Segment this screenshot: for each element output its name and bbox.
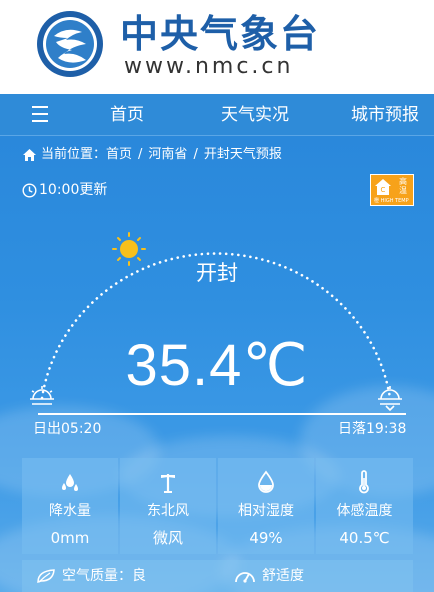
humidity-drop-icon bbox=[258, 470, 274, 493]
air-quality[interactable]: 空气质量：良 bbox=[36, 566, 146, 586]
nav-item-live-weather[interactable]: 天气实况 bbox=[221, 94, 289, 136]
stat-value: 49% bbox=[249, 529, 283, 547]
nav-item-home[interactable]: 首页 bbox=[110, 94, 144, 136]
stat-label: 体感温度 bbox=[336, 503, 393, 519]
nav-item-city-forecast[interactable]: 城市预报 bbox=[351, 94, 419, 136]
current-temperature: 35.4℃ bbox=[125, 333, 309, 398]
sunrise-time: 日出05:20 bbox=[33, 421, 102, 437]
stat-humidity: 相对湿度 49% bbox=[218, 458, 314, 554]
stat-label: 相对湿度 bbox=[238, 503, 294, 519]
comfort-index[interactable]: 舒适度 bbox=[234, 566, 304, 586]
thermometer-icon bbox=[359, 470, 369, 494]
gauge-icon bbox=[235, 572, 255, 583]
site-header: 中央气象台 www.nmc.cn bbox=[0, 0, 434, 94]
stat-value: 40.5℃ bbox=[339, 529, 390, 547]
stat-value: 0mm bbox=[50, 529, 90, 547]
leaf-icon bbox=[37, 569, 55, 584]
site-title: 中央气象台 bbox=[120, 12, 321, 56]
menu-icon[interactable] bbox=[32, 106, 48, 124]
city-name: 开封 bbox=[196, 261, 238, 285]
stat-feels-like: 体感温度 40.5℃ bbox=[316, 458, 413, 554]
stat-label: 东北风 bbox=[147, 503, 189, 519]
site-url: www.nmc.cn bbox=[124, 54, 294, 79]
raindrop-icon bbox=[62, 474, 78, 491]
wind-vane-icon bbox=[161, 474, 175, 493]
sunset-time: 日落19:38 bbox=[338, 421, 407, 437]
air-quality-text: 空气质量：良 bbox=[62, 568, 146, 584]
stat-label: 降水量 bbox=[49, 503, 91, 519]
comfort-text: 舒适度 bbox=[262, 568, 304, 584]
air-comfort-row: 空气质量：良 舒适度 bbox=[22, 560, 413, 592]
weather-panel: 当前位置： 首页 / 河南省 / 开封天气预报 10:00更新 C 高温 橙 H… bbox=[0, 136, 434, 592]
nmc-logo-icon[interactable] bbox=[36, 10, 104, 78]
stat-value: 微风 bbox=[152, 529, 183, 547]
main-nav: 首页 天气实况 城市预报 bbox=[0, 94, 434, 136]
weather-stats: 降水量 0mm 东北风 微风 相对湿度 49% 体感温度 40.5℃ bbox=[22, 458, 413, 554]
stat-wind: 东北风 微风 bbox=[120, 458, 216, 554]
stat-precipitation: 降水量 0mm bbox=[22, 458, 118, 554]
